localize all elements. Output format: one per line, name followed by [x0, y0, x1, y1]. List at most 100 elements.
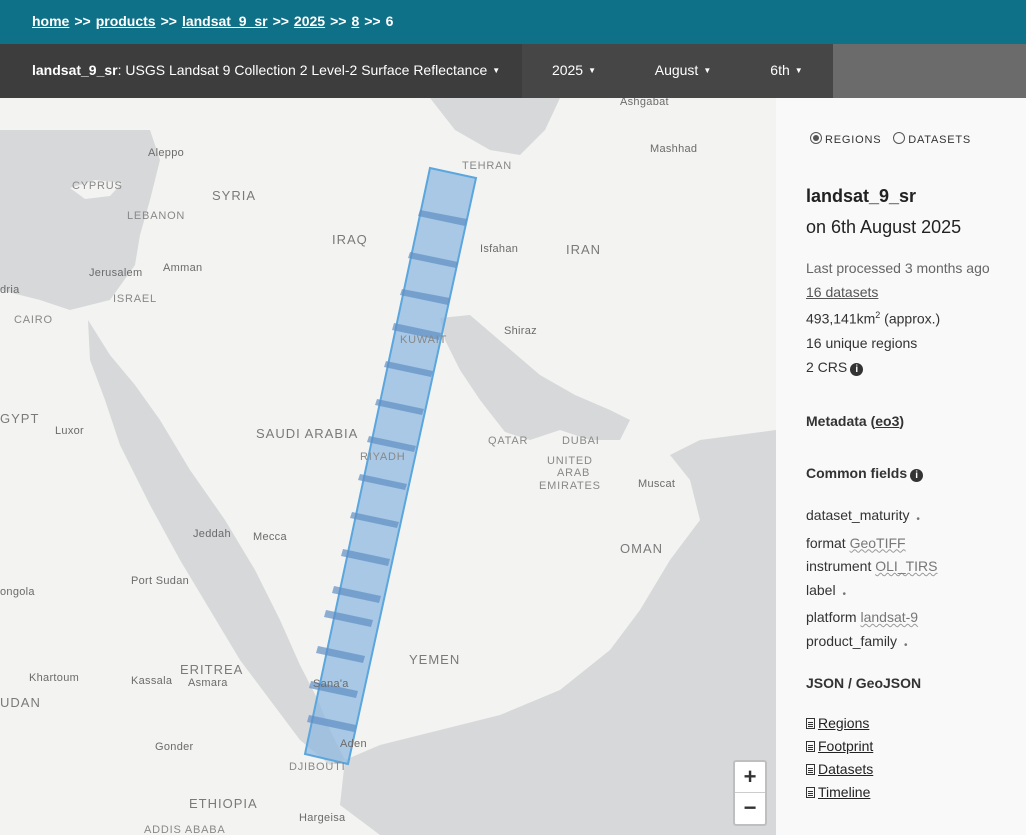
breadcrumb-home-link[interactable]: home: [32, 13, 69, 29]
link-label: Timeline: [818, 784, 871, 800]
map-label-asmara: Asmara: [188, 677, 228, 689]
map-label-cairo: CAIRO: [14, 314, 53, 326]
map-label-aden: Aden: [340, 738, 367, 750]
metadata-line: Metadata (eo3): [806, 413, 904, 429]
map-label-dongola: ongola: [0, 586, 35, 598]
map-label-khartoum: Khartoum: [29, 672, 80, 684]
map-view[interactable]: Ashgabat Aleppo Mashhad CYPRUS TEHRAN SY…: [0, 98, 776, 835]
month-selector[interactable]: August ▼: [626, 44, 740, 98]
map-label-djibouti: DJIBOUTI: [289, 761, 346, 773]
map-label-ashgabat: Ashgabat: [620, 98, 669, 108]
zoom-control: + −: [733, 760, 767, 826]
selector-bar: landsat_9_sr: USGS Landsat 9 Collection …: [0, 44, 1026, 98]
area-summary: 493,141km2 (approx.): [806, 310, 940, 327]
map-label-cyprus: CYPRUS: [72, 180, 123, 192]
metadata-type-link[interactable]: eo3: [875, 413, 899, 429]
breadcrumb-year-link[interactable]: 2025: [294, 13, 325, 29]
info-icon[interactable]: i: [850, 363, 864, 376]
map-label-iran: IRAN: [566, 242, 602, 257]
map-label-kuwait: KUWAIT: [400, 334, 448, 346]
crs-summary: 2 CRS i: [806, 359, 864, 376]
zoom-out-button[interactable]: −: [735, 793, 765, 823]
view-datasets-option[interactable]: DATASETS: [893, 132, 972, 146]
last-processed: Last processed 3 months ago: [806, 260, 990, 276]
area-suffix: (approx.): [880, 310, 941, 327]
breadcrumb-product-link[interactable]: landsat_9_sr: [182, 13, 268, 29]
panel-title: landsat_9_sr: [806, 186, 917, 206]
json-heading: JSON / GeoJSON: [806, 675, 922, 691]
map-label-iraq: IRAQ: [332, 232, 368, 247]
map-label-aleppo: Aleppo: [148, 147, 185, 159]
dataset-footprint[interactable]: [303, 166, 478, 766]
caspian-sea: [430, 98, 560, 155]
breadcrumb-products-link[interactable]: products: [96, 13, 156, 29]
breadcrumb-separator: >>: [74, 13, 91, 29]
map-label-sudan: UDAN: [0, 695, 41, 710]
day-selector[interactable]: 6th ▼: [740, 44, 833, 98]
breadcrumb-separator: >>: [272, 13, 289, 29]
map-label-ethiopia: ETHIOPIA: [189, 796, 258, 811]
map-label-oman: OMAN: [620, 541, 663, 556]
common-fields-label: Common fields: [806, 465, 908, 481]
view-regions-option[interactable]: REGIONS: [810, 132, 882, 146]
field-row: platform landsat-9: [806, 606, 938, 630]
map-label-hargeisa: Hargeisa: [299, 812, 346, 824]
field-row: instrument OLI_TIRS: [806, 555, 938, 579]
link-label: Datasets: [818, 761, 874, 777]
year-selector[interactable]: 2025 ▼: [522, 44, 626, 98]
view-toggle: REGIONS DATASETS: [810, 132, 979, 146]
map-label-eritrea: ERITREA: [180, 662, 244, 677]
product-selector[interactable]: landsat_9_sr: USGS Landsat 9 Collection …: [32, 44, 500, 98]
datasets-json-link[interactable]: Datasets: [806, 758, 873, 781]
map-label-lebanon: LEBANON: [127, 210, 186, 222]
field-empty-marker: •: [842, 588, 846, 600]
footprint-json-link[interactable]: Footprint: [806, 735, 873, 758]
map-label-addis-ababa: ADDIS ABABA: [144, 824, 226, 835]
map-label-mecca: Mecca: [253, 531, 287, 543]
field-name: format: [806, 534, 846, 551]
map-label-uae-line3: EMIRATES: [539, 480, 601, 492]
json-links: Regions Footprint Datasets Timeline: [806, 712, 873, 804]
regions-json-link[interactable]: Regions: [806, 712, 873, 735]
info-panel: REGIONS DATASETS landsat_9_sr on 6th Aug…: [776, 98, 1026, 835]
document-icon: [806, 764, 815, 775]
breadcrumb-month-link[interactable]: 8: [351, 13, 359, 29]
map-label-shiraz: Shiraz: [504, 325, 537, 337]
map-label-jerusalem: Jerusalem: [89, 267, 143, 279]
field-value: landsat-9: [860, 609, 919, 625]
crs-value: 2 CRS: [806, 359, 848, 375]
breadcrumb-separator: >>: [160, 13, 177, 29]
view-regions-label: REGIONS: [825, 134, 882, 146]
map-basemap: [0, 98, 776, 835]
caret-down-icon: ▼: [703, 66, 712, 76]
info-icon[interactable]: i: [910, 469, 924, 482]
map-label-luxor: Luxor: [55, 425, 85, 437]
common-fields-list: dataset_maturity • format GeoTIFF instru…: [806, 504, 938, 657]
field-name: product_family: [806, 632, 898, 649]
breadcrumb-day: 6: [385, 13, 394, 29]
map-label-syria: SYRIA: [212, 188, 257, 203]
area-value: 493,141km: [806, 310, 876, 327]
view-datasets-label: DATASETS: [908, 134, 972, 146]
caret-down-icon: ▼: [492, 66, 501, 76]
day-value: 6th: [770, 62, 790, 78]
common-fields-heading: Common fields i: [806, 465, 924, 482]
breadcrumb: home >> products >> landsat_9_sr >> 2025 >> 8 >> 6: [32, 13, 393, 29]
map-label-mashhad: Mashhad: [650, 143, 698, 155]
regions-summary: 16 unique regions: [806, 335, 918, 351]
field-row: label •: [806, 579, 938, 607]
map-label-amman: Amman: [163, 262, 203, 274]
timeline-json-link[interactable]: Timeline: [806, 781, 873, 804]
map-label-muscat: Muscat: [638, 478, 676, 490]
map-label-dubai: DUBAI: [562, 435, 600, 447]
product-description: : USGS Landsat 9 Collection 2 Level-2 Su…: [117, 62, 488, 78]
datasets-count-link[interactable]: 16 datasets: [806, 284, 878, 300]
map-label-egypt: GYPT: [0, 411, 40, 426]
product-code: landsat_9_sr: [32, 62, 118, 78]
document-icon: [806, 787, 815, 798]
map-label-israel: ISRAEL: [113, 293, 157, 305]
field-name: dataset_maturity: [806, 507, 910, 523]
zoom-in-button[interactable]: +: [735, 762, 765, 793]
metadata-label: Metadata (: [806, 413, 876, 429]
breadcrumb-separator: >>: [330, 13, 347, 29]
